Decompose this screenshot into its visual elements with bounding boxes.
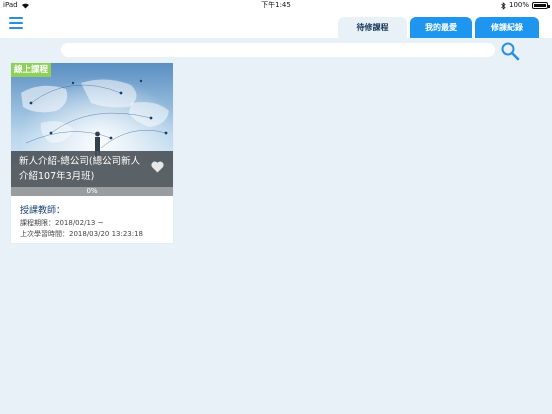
last-study-time: 上次學習時間：2018/03/20 13:23:18: [20, 230, 144, 238]
battery-percent: 100%: [508, 1, 529, 9]
status-time: 下午1:45: [261, 1, 291, 9]
course-period: 課程期限：2018/02/13 ~: [20, 219, 104, 227]
course-title-overlay: 新人介紹-總公司(總公司新人介紹107年3月班): [11, 151, 173, 187]
tab-favorites[interactable]: 我的最愛: [410, 17, 472, 38]
status-bar: iPad 下午1:45 100%: [0, 0, 552, 11]
course-card[interactable]: 線上課程 新人介紹-總公司(總公司新人介紹107年3月班) 0% 授課教師： 課…: [11, 63, 173, 243]
tab-bar: 待修課程 我的最愛 修課紀錄: [338, 17, 539, 38]
course-progress-bar: 0%: [11, 187, 173, 196]
tab-course-history[interactable]: 修課紀錄: [475, 17, 539, 38]
bluetooth-icon: [501, 1, 506, 10]
hamburger-menu-icon[interactable]: [9, 17, 23, 29]
search-icon[interactable]: [500, 41, 520, 61]
teacher-label: 授課教師：: [20, 206, 66, 216]
online-course-badge: 線上課程: [11, 63, 52, 77]
search-input[interactable]: [61, 43, 495, 57]
battery-icon: [532, 2, 550, 9]
progress-label: 0%: [86, 187, 98, 195]
tab-pending-courses[interactable]: 待修課程: [338, 17, 407, 38]
course-title: 新人介紹-總公司(總公司新人介紹107年3月班): [19, 156, 141, 182]
course-thumbnail: 線上課程 新人介紹-總公司(總公司新人介紹107年3月班): [11, 63, 173, 195]
heart-icon[interactable]: [151, 161, 164, 173]
